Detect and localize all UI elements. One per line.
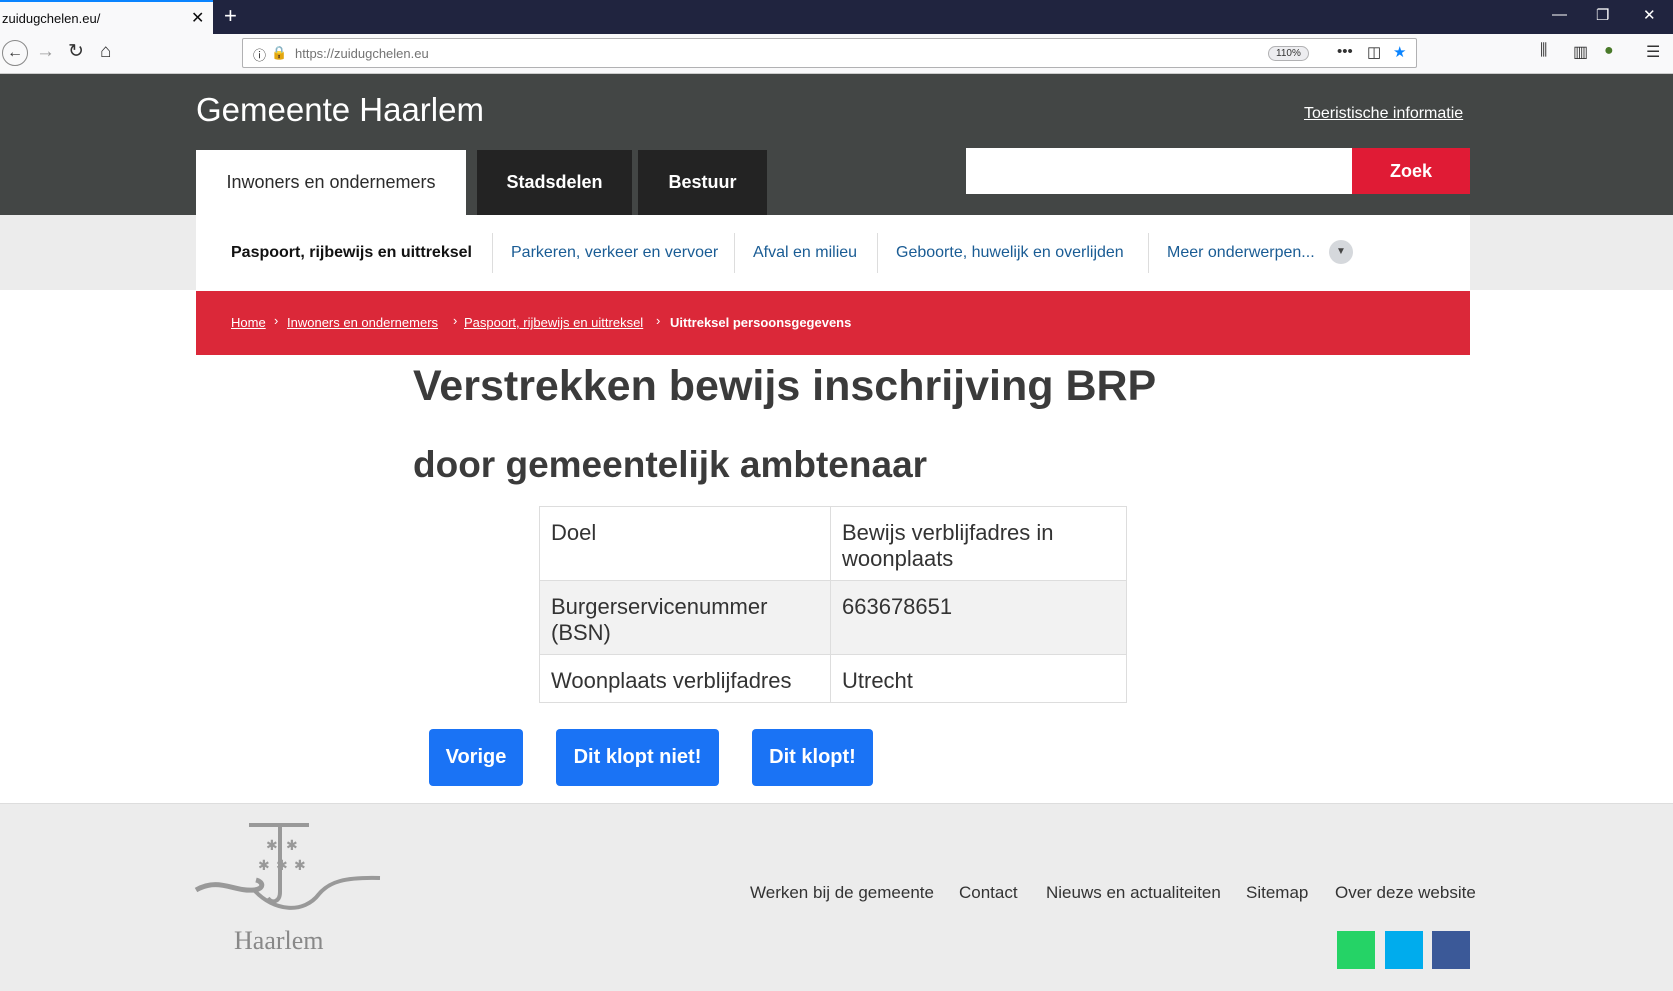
- breadcrumb-separator: ›: [274, 313, 279, 328]
- table-value: 663678651: [830, 580, 1127, 655]
- divider: [877, 233, 878, 273]
- breadcrumb-paspoort[interactable]: Paspoort, rijbewijs en uittreksel: [464, 315, 643, 330]
- page-subtitle: door gemeentelijk ambtenaar: [413, 444, 928, 485]
- search-input[interactable]: [966, 148, 1352, 194]
- haarlem-logo-icon[interactable]: ✱ ✱ ✱ ✱ ✱: [194, 822, 384, 922]
- details-table: Doel Bewijs verblijfadres in woonplaats …: [539, 506, 1127, 703]
- table-label: Woonplaats verblijfadres: [539, 654, 831, 703]
- tab-bestuur[interactable]: Bestuur: [638, 150, 767, 215]
- divider: [492, 233, 493, 273]
- reload-icon[interactable]: ↻: [68, 42, 84, 62]
- whatsapp-icon[interactable]: [1337, 931, 1375, 969]
- menu-icon[interactable]: ☰: [1646, 42, 1660, 62]
- footer-link-contact[interactable]: Contact: [959, 883, 1018, 903]
- table-label: Burgerservicenummer (BSN): [539, 580, 831, 655]
- subnav: Paspoort, rijbewijs en uittreksel Parker…: [196, 215, 1470, 290]
- library-icon[interactable]: ⫼: [1540, 42, 1547, 60]
- restore-icon[interactable]: ❐: [1596, 6, 1609, 24]
- url-bar[interactable]: ⓘ 🔒 https://zuidugchelen.eu 110% ••• ◫ ★: [242, 38, 1417, 68]
- site-header: Gemeente Haarlem Toeristische informatie…: [0, 74, 1673, 215]
- new-tab-button[interactable]: +: [224, 3, 237, 29]
- extension-icon[interactable]: ●: [1604, 42, 1614, 60]
- table-label: Doel: [539, 506, 831, 581]
- facebook-icon[interactable]: [1432, 931, 1470, 969]
- subnav-item-parkeren[interactable]: Parkeren, verkeer en vervoer: [511, 215, 718, 290]
- footer-link-over[interactable]: Over deze website: [1335, 883, 1476, 903]
- divider: [1148, 233, 1149, 273]
- minimize-icon[interactable]: —: [1552, 6, 1567, 23]
- table-row: Doel Bewijs verblijfadres in woonplaats: [539, 506, 1127, 581]
- previous-button[interactable]: Vorige: [429, 729, 523, 786]
- divider: [734, 233, 735, 273]
- tab-title: zuidugchelen.eu/: [2, 11, 101, 26]
- subnav-item-meer[interactable]: Meer onderwerpen...: [1167, 215, 1315, 290]
- zoom-indicator[interactable]: 110%: [1268, 46, 1309, 61]
- twitter-icon[interactable]: [1385, 931, 1423, 969]
- incorrect-button[interactable]: Dit klopt niet!: [556, 729, 719, 786]
- breadcrumb: Home › Inwoners en ondernemers › Paspoor…: [196, 291, 1470, 355]
- breadcrumb-separator: ›: [453, 313, 458, 328]
- page-actions-icon[interactable]: •••: [1337, 43, 1353, 60]
- breadcrumb-separator: ›: [656, 313, 661, 328]
- lock-warning-icon[interactable]: 🔒: [271, 45, 287, 61]
- tab-inwoners[interactable]: Inwoners en ondernemers: [196, 150, 466, 215]
- correct-button[interactable]: Dit klopt!: [752, 729, 873, 786]
- chevron-down-icon[interactable]: ▼: [1329, 240, 1353, 264]
- svg-text:✱: ✱: [286, 837, 298, 853]
- subnav-item-paspoort[interactable]: Paspoort, rijbewijs en uittreksel: [231, 215, 472, 290]
- close-window-icon[interactable]: ✕: [1643, 6, 1656, 24]
- home-icon[interactable]: ⌂: [100, 42, 111, 62]
- svg-text:✱: ✱: [266, 837, 278, 853]
- site-title[interactable]: Gemeente Haarlem: [196, 91, 484, 129]
- browser-nav-bar: ← → ↻ ⌂ ⓘ 🔒 https://zuidugchelen.eu 110%…: [0, 34, 1673, 74]
- table-row: Woonplaats verblijfadres Utrecht: [539, 654, 1127, 703]
- svg-text:✱: ✱: [294, 857, 306, 873]
- forward-icon[interactable]: →: [36, 42, 55, 62]
- page-title: Verstrekken bewijs inschrijving BRP: [413, 362, 1157, 410]
- sidebar-icon[interactable]: ▥: [1573, 42, 1588, 62]
- subnav-item-afval[interactable]: Afval en milieu: [753, 215, 857, 290]
- subnav-item-geboorte[interactable]: Geboorte, huwelijk en overlijden: [896, 215, 1124, 290]
- table-row: Burgerservicenummer (BSN) 663678651: [539, 580, 1127, 655]
- table-value: Utrecht: [830, 654, 1127, 703]
- url-text[interactable]: https://zuidugchelen.eu: [295, 46, 429, 61]
- tab-stadsdelen[interactable]: Stadsdelen: [477, 150, 632, 215]
- footer-link-werken[interactable]: Werken bij de gemeente: [750, 883, 934, 903]
- search-button[interactable]: Zoek: [1352, 148, 1470, 194]
- back-icon[interactable]: ←: [2, 40, 28, 66]
- pocket-icon[interactable]: ◫: [1367, 43, 1381, 61]
- logo-text: Haarlem: [234, 926, 324, 955]
- svg-text:✱: ✱: [258, 857, 270, 873]
- breadcrumb-inwoners[interactable]: Inwoners en ondernemers: [287, 315, 438, 330]
- svg-text:✱: ✱: [276, 857, 288, 873]
- footer-link-nieuws[interactable]: Nieuws en actualiteiten: [1046, 883, 1221, 903]
- close-tab-icon[interactable]: ✕: [191, 8, 204, 28]
- footer-link-sitemap[interactable]: Sitemap: [1246, 883, 1308, 903]
- table-value: Bewijs verblijfadres in woonplaats: [830, 506, 1127, 581]
- info-icon[interactable]: ⓘ: [253, 45, 266, 64]
- bookmark-star-icon[interactable]: ★: [1393, 43, 1406, 61]
- tourist-info-link[interactable]: Toeristische informatie: [1304, 105, 1463, 123]
- browser-tab[interactable]: zuidugchelen.eu/ ✕: [0, 0, 213, 34]
- browser-tab-bar: zuidugchelen.eu/ ✕ + — ❐ ✕: [0, 0, 1673, 34]
- breadcrumb-current: Uittreksel persoonsgegevens: [670, 315, 852, 330]
- breadcrumb-home[interactable]: Home: [231, 315, 266, 330]
